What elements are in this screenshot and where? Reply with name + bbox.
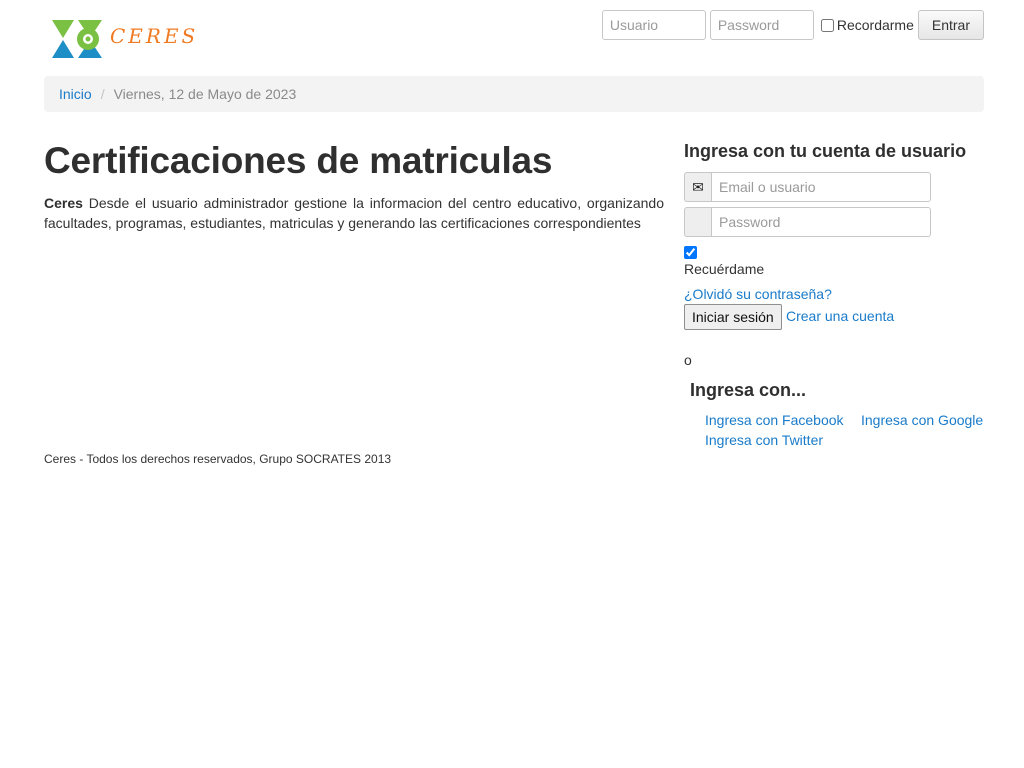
logo-text: CERES	[110, 24, 199, 48]
password-input[interactable]	[709, 10, 814, 40]
breadcrumb-home-link[interactable]: Inicio	[59, 86, 92, 102]
sign-in-button[interactable]: Iniciar sesión	[684, 304, 782, 330]
lock-icon	[684, 207, 711, 237]
breadcrumb-separator: /	[100, 86, 105, 102]
facebook-login-link[interactable]: Ingresa con Facebook	[705, 412, 844, 428]
email-input-group: ✉	[684, 172, 931, 202]
brand-name: Ceres	[44, 195, 83, 211]
login-remember-label[interactable]: Recuérdame	[684, 261, 764, 277]
social-login-title: Ingresa con...	[690, 380, 807, 400]
remember-label: Recordarme	[836, 17, 914, 33]
login-password-input[interactable]	[711, 207, 931, 237]
login-panel-title: Ingresa con tu cuenta de usuario	[684, 141, 967, 161]
ceres-logo-icon	[52, 20, 102, 58]
login-button[interactable]: Entrar	[917, 10, 984, 40]
envelope-icon: ✉	[684, 172, 711, 202]
password-input-group	[684, 207, 931, 237]
or-separator: o	[684, 352, 692, 368]
google-login-link[interactable]: Ingresa con Google	[861, 412, 983, 428]
remember-me[interactable]: Recordarme	[820, 17, 914, 33]
description-text: Desde el usuario administrador gestione …	[44, 195, 664, 231]
create-account-link[interactable]: Crear una cuenta	[786, 308, 894, 324]
header-login-form: Recordarme Entrar	[601, 10, 984, 40]
login-remember-checkbox[interactable]	[684, 246, 697, 259]
footer-copyright: Ceres - Todos los derechos reservados, G…	[44, 452, 392, 466]
breadcrumb: Inicio / Viernes, 12 de Mayo de 2023	[44, 76, 984, 112]
email-input[interactable]	[711, 172, 931, 202]
forgot-password-link[interactable]: ¿Olvidó su contraseña?	[684, 286, 832, 302]
page-title: Certificaciones de matriculas	[44, 140, 553, 181]
breadcrumb-date: Viernes, 12 de Mayo de 2023	[113, 86, 297, 102]
page-description: Ceres Desde el usuario administrador ges…	[44, 193, 664, 233]
twitter-login-link[interactable]: Ingresa con Twitter	[705, 432, 823, 448]
remember-checkbox[interactable]	[820, 18, 834, 32]
username-input[interactable]	[601, 10, 706, 40]
